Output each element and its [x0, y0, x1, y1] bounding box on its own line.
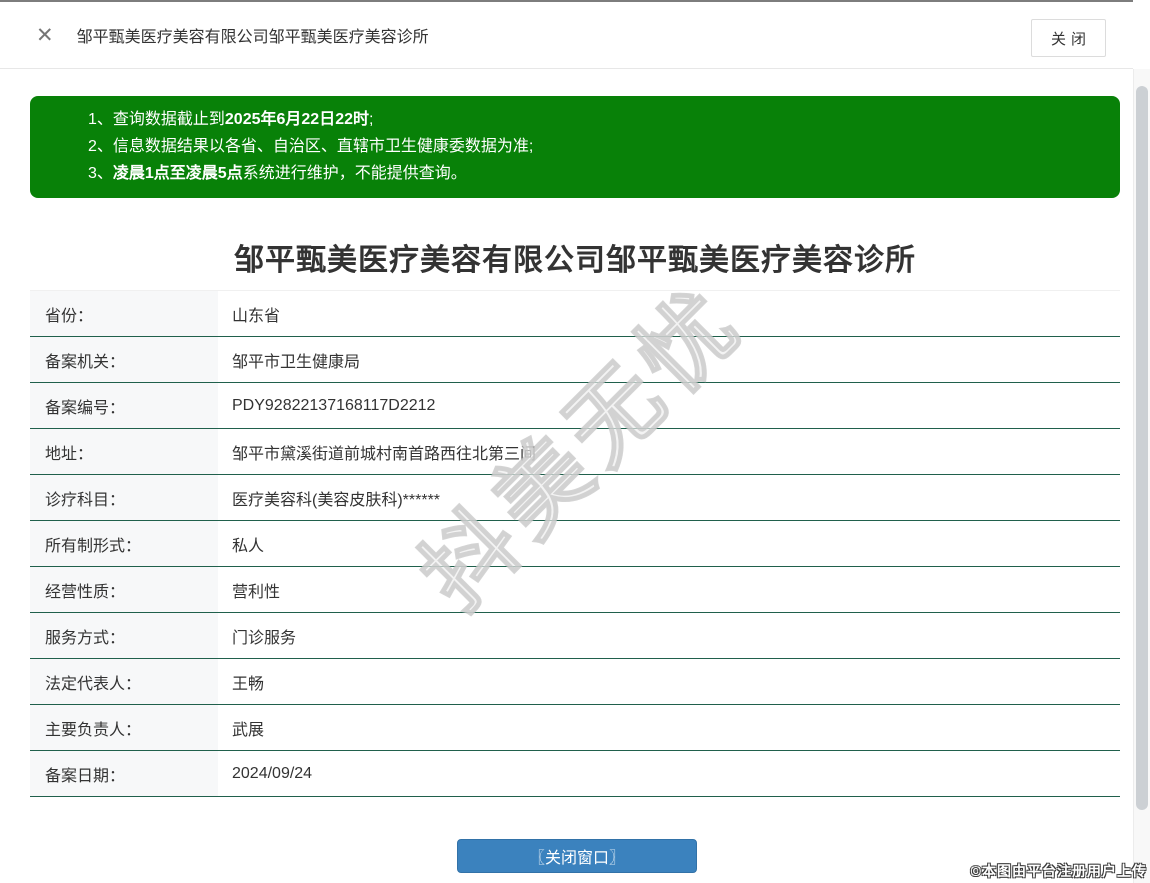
- row-label: 备案机关：: [30, 337, 218, 382]
- row-label: 备案编号：: [30, 383, 218, 428]
- notice-list: 1、查询数据截止到2025年6月22日22时; 2、信息数据结果以各省、自治区、…: [88, 106, 1100, 187]
- row-value: 邹平市卫生健康局: [232, 353, 361, 371]
- row-value: 王畅: [232, 675, 265, 693]
- table-row: 所有制形式： 私人: [30, 521, 1120, 567]
- row-label: 备案日期：: [30, 751, 218, 796]
- notice-box: 1、查询数据截止到2025年6月22日22时; 2、信息数据结果以各省、自治区、…: [30, 96, 1120, 198]
- upload-credit: ©本图由平台注册用户上传: [970, 863, 1147, 879]
- row-label: 诊疗科目：: [30, 475, 218, 520]
- window-title: 邹平甄美医疗美容有限公司邹平甄美医疗美容诊所: [76, 29, 429, 46]
- page-title: 邹平甄美医疗美容有限公司邹平甄美医疗美容诊所: [234, 244, 916, 277]
- row-value: 2024/09/24: [232, 764, 313, 782]
- table-row: 备案编号： PDY92822137168117D2212: [30, 383, 1120, 429]
- table-row: 诊疗科目： 医疗美容科(美容皮肤科)******: [30, 475, 1120, 521]
- table-row: 省份： 山东省: [30, 291, 1120, 337]
- table-row: 地址： 邹平市黛溪街道前城村南首路西往北第三间: [30, 429, 1120, 475]
- row-value: 医疗美容科(美容皮肤科)******: [232, 491, 441, 509]
- table-row: 备案日期： 2024/09/24: [30, 751, 1120, 797]
- row-value: 邹平市黛溪街道前城村南首路西往北第三间: [232, 445, 537, 463]
- table-row: 法定代表人： 王畅: [30, 659, 1120, 705]
- notice-text: 系统进行维护，不能提供查询。: [242, 165, 467, 182]
- notice-text: 3、: [88, 165, 113, 182]
- row-label: 省份：: [30, 291, 218, 336]
- notice-text: ;: [369, 111, 374, 128]
- notice-text: 2、信息数据结果以各省、自治区、直辖市卫生健康委数据为准;: [88, 138, 534, 155]
- table-row: 备案机关： 邹平市卫生健康局: [30, 337, 1120, 383]
- close-icon[interactable]: ✕: [36, 25, 54, 46]
- row-value: PDY92822137168117D2212: [232, 396, 436, 414]
- row-label: 主要负责人：: [30, 705, 218, 750]
- scrollbar-thumb[interactable]: [1136, 86, 1148, 810]
- row-value: 门诊服务: [232, 629, 297, 647]
- row-value: 山东省: [232, 307, 281, 325]
- scrollbar-track[interactable]: [1133, 69, 1150, 883]
- table-row: 主要负责人： 武展: [30, 705, 1120, 751]
- row-label: 地址：: [30, 429, 218, 474]
- detail-table: 省份： 山东省 备案机关： 邹平市卫生健康局 备案编号： PDY92822137…: [30, 290, 1120, 797]
- close-button[interactable]: 关闭: [1031, 19, 1106, 57]
- notice-item: 3、凌晨1点至凌晨5点系统进行维护，不能提供查询。: [88, 160, 1100, 187]
- table-row: 经营性质： 营利性: [30, 567, 1120, 613]
- row-value: 私人: [232, 537, 265, 555]
- row-value: 武展: [232, 721, 265, 739]
- notice-text: 1、查询数据截止到: [88, 111, 225, 128]
- row-label: 服务方式：: [30, 613, 218, 658]
- table-row: 服务方式： 门诊服务: [30, 613, 1120, 659]
- top-bar: ✕ 邹平甄美医疗美容有限公司邹平甄美医疗美容诊所 关闭: [0, 0, 1133, 69]
- row-label: 法定代表人：: [30, 659, 218, 704]
- row-label: 所有制形式：: [30, 521, 218, 566]
- row-label: 经营性质：: [30, 567, 218, 612]
- notice-text-bold: 2025年6月22日22时: [224, 111, 369, 128]
- close-window-button[interactable]: 〖关闭窗口〗: [457, 839, 697, 873]
- notice-item: 2、信息数据结果以各省、自治区、直辖市卫生健康委数据为准;: [88, 133, 1100, 160]
- row-value: 营利性: [232, 583, 281, 601]
- notice-text-bold: 凌晨1点至凌晨5点: [112, 165, 243, 182]
- notice-item: 1、查询数据截止到2025年6月22日22时;: [88, 106, 1100, 133]
